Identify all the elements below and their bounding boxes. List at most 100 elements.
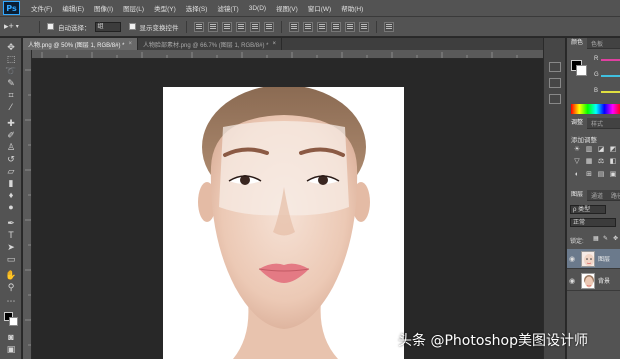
- vibrance-icon[interactable]: ▽: [573, 158, 581, 166]
- healing-brush-tool-icon[interactable]: ✚: [4, 118, 18, 129]
- quick-select-tool-icon[interactable]: ✎: [4, 78, 18, 89]
- lasso-tool-icon[interactable]: ➰: [4, 66, 18, 77]
- tab-color[interactable]: 颜色: [567, 38, 588, 49]
- menu-layer[interactable]: 图层(L): [118, 3, 149, 13]
- tab-document-1[interactable]: 人物 .png @ 50% (图层 1, RGB/8#) * ×: [23, 38, 138, 50]
- dodge-tool-icon[interactable]: ●: [4, 202, 18, 213]
- layer-row[interactable]: ◉ 背景: [567, 271, 620, 291]
- align-bottom-button[interactable]: [221, 21, 232, 32]
- path-select-tool-icon[interactable]: ➤: [4, 242, 18, 253]
- menu-type[interactable]: 类型(Y): [149, 3, 181, 13]
- blur-tool-icon[interactable]: ♦: [4, 190, 18, 201]
- tab-adjustments[interactable]: 调整: [567, 117, 588, 129]
- curves-icon[interactable]: ◪: [597, 146, 605, 154]
- layer-name: 图层: [598, 257, 611, 263]
- color-balance-icon[interactable]: ⚖: [597, 158, 605, 166]
- close-icon[interactable]: ×: [272, 41, 276, 47]
- menu-image[interactable]: 图像(I): [89, 3, 118, 13]
- align-vcenter-button[interactable]: [207, 21, 218, 32]
- distribute-bottom-button[interactable]: [316, 21, 327, 32]
- gradient-tool-icon[interactable]: ▮: [4, 178, 18, 189]
- menu-help[interactable]: 帮助(H): [336, 3, 368, 13]
- tab-document-2[interactable]: 人物脸部素材 .png @ 66.7% (图层 1, RGB/8#) * ×: [138, 38, 282, 50]
- menu-edit[interactable]: 编辑(E): [57, 3, 89, 13]
- character-panel-icon[interactable]: [549, 94, 561, 104]
- crop-tool-icon[interactable]: ⌗: [4, 90, 18, 101]
- selective-color-icon[interactable]: ▣: [609, 171, 617, 179]
- divider: [185, 20, 187, 33]
- menu-file[interactable]: 文件(F): [26, 3, 57, 13]
- levels-icon[interactable]: ▥: [585, 146, 593, 154]
- type-tool-icon[interactable]: T: [4, 230, 18, 241]
- layer-row[interactable]: ◉ 图层: [567, 249, 620, 269]
- menu-window[interactable]: 窗口(W): [303, 3, 336, 13]
- hue-saturation-icon[interactable]: ▦: [585, 158, 593, 166]
- distribute-hcenter-button[interactable]: [344, 21, 355, 32]
- distribute-top-button[interactable]: [288, 21, 299, 32]
- channel-mixer-icon[interactable]: ⊞: [585, 171, 593, 179]
- distribute-right-button[interactable]: [358, 21, 369, 32]
- gradient-map-icon[interactable]: ▤: [597, 171, 605, 179]
- pen-tool-icon[interactable]: ✒: [4, 218, 18, 229]
- lock-pixels-icon[interactable]: ▦: [593, 235, 599, 242]
- eye-icon[interactable]: ◉: [567, 277, 577, 285]
- slider-r[interactable]: [601, 59, 620, 61]
- history-brush-tool-icon[interactable]: ↺: [4, 154, 18, 165]
- auto-select-dropdown[interactable]: 组: [94, 21, 121, 32]
- divider: [375, 20, 377, 33]
- move-tool-icon[interactable]: ✥: [4, 42, 18, 53]
- distribute-vcenter-button[interactable]: [302, 21, 313, 32]
- vertical-ruler[interactable]: [23, 50, 32, 359]
- tab-styles[interactable]: 样式: [587, 119, 607, 128]
- lock-position-icon[interactable]: ✎: [603, 235, 608, 242]
- menu-view[interactable]: 视图(V): [271, 3, 303, 13]
- tab-paths[interactable]: 路径: [607, 191, 620, 200]
- exposure-icon[interactable]: ◩: [609, 146, 617, 154]
- tool-preset-picker[interactable]: ▸+ ▾: [4, 20, 32, 34]
- brightness-icon[interactable]: ☀: [573, 146, 581, 154]
- canvas-workspace[interactable]: [33, 60, 543, 359]
- eyedropper-tool-icon[interactable]: ⁄: [4, 102, 18, 113]
- color-spectrum[interactable]: [571, 104, 620, 114]
- slider-g[interactable]: [601, 75, 620, 77]
- horizontal-ruler[interactable]: [32, 50, 543, 59]
- tab-swatches[interactable]: 色板: [587, 39, 607, 48]
- screen-mode-icon[interactable]: ▣: [4, 344, 18, 355]
- align-hcenter-button[interactable]: [249, 21, 260, 32]
- more-tools-icon[interactable]: ⋯: [4, 296, 18, 307]
- align-left-button[interactable]: [235, 21, 246, 32]
- blend-mode-dropdown[interactable]: 正常: [570, 218, 616, 227]
- distribute-left-icon: [332, 26, 339, 27]
- distribute-left-button[interactable]: [330, 21, 341, 32]
- document-canvas[interactable]: [163, 87, 404, 359]
- background-color-swatch[interactable]: [9, 317, 18, 326]
- hand-tool-icon[interactable]: ✋: [4, 270, 18, 281]
- brush-tool-icon[interactable]: ✐: [4, 130, 18, 141]
- photo-filter-icon[interactable]: ◐: [573, 171, 581, 179]
- auto-align-button[interactable]: [383, 21, 394, 32]
- shape-tool-icon[interactable]: ▭: [4, 254, 18, 265]
- close-icon[interactable]: ×: [128, 41, 132, 47]
- zoom-tool-icon[interactable]: ⚲: [4, 282, 18, 293]
- marquee-tool-icon[interactable]: ⬚: [4, 54, 18, 65]
- align-right-button[interactable]: [263, 21, 274, 32]
- properties-panel-icon[interactable]: [549, 78, 561, 88]
- lock-all-icon[interactable]: ✥: [613, 235, 618, 242]
- eraser-tool-icon[interactable]: ▱: [4, 166, 18, 177]
- history-panel-icon[interactable]: [549, 62, 561, 72]
- layer-filter-dropdown[interactable]: ρ 类型: [570, 205, 606, 214]
- tab-channels[interactable]: 通道: [587, 191, 607, 200]
- menu-filter[interactable]: 滤镜(T): [212, 3, 243, 13]
- eye-icon[interactable]: ◉: [567, 255, 577, 263]
- background-color-chip[interactable]: [576, 65, 587, 76]
- menu-3d[interactable]: 3D(D): [244, 5, 271, 12]
- auto-select-checkbox[interactable]: [47, 23, 54, 30]
- black-white-icon[interactable]: ◧: [609, 158, 617, 166]
- slider-b[interactable]: [601, 91, 620, 93]
- show-transform-checkbox[interactable]: [128, 23, 136, 30]
- quick-mask-icon[interactable]: ◙: [4, 332, 18, 343]
- align-top-button[interactable]: [193, 21, 204, 32]
- menu-select[interactable]: 选择(S): [181, 3, 213, 13]
- clone-stamp-tool-icon[interactable]: ♙: [4, 142, 18, 153]
- tab-layers[interactable]: 图层: [567, 189, 588, 201]
